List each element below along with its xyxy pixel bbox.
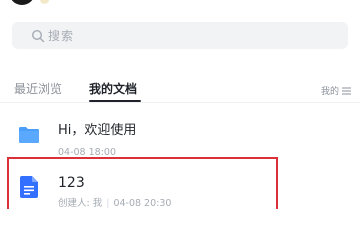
owner-filter[interactable]: 我的 bbox=[321, 84, 351, 97]
avatar-badge-icon bbox=[40, 0, 49, 4]
list-item-date: 04-08 20:30 bbox=[113, 198, 172, 209]
document-icon bbox=[20, 176, 38, 198]
search-icon bbox=[31, 29, 45, 42]
search-placeholder: 搜索 bbox=[48, 29, 75, 43]
sort-list-icon bbox=[342, 87, 351, 94]
tab-my-docs[interactable]: 我的文档 bbox=[89, 82, 137, 96]
tabs-divider bbox=[0, 102, 360, 103]
meta-separator: | bbox=[106, 198, 110, 209]
tab-recent[interactable]: 最近浏览 bbox=[14, 82, 62, 96]
list-item-title[interactable]: Hi，欢迎使用 bbox=[58, 123, 136, 138]
search-bar[interactable]: 搜索 bbox=[12, 22, 348, 49]
list-item-meta: 创建人: 我 | 04-08 20:30 bbox=[58, 198, 171, 209]
list-item-creator: 创建人: 我 bbox=[58, 198, 103, 209]
list-item-title[interactable]: 123 bbox=[58, 176, 85, 191]
owner-filter-label: 我的 bbox=[320, 87, 339, 97]
list-item-date: 04-08 18:00 bbox=[58, 147, 117, 158]
app-screen: 搜索 最近浏览 我的文档 我的 Hi，欢迎使用 04-08 18:00 123 … bbox=[0, 0, 360, 209]
folder-icon bbox=[19, 127, 39, 143]
user-avatar[interactable] bbox=[9, 0, 35, 5]
